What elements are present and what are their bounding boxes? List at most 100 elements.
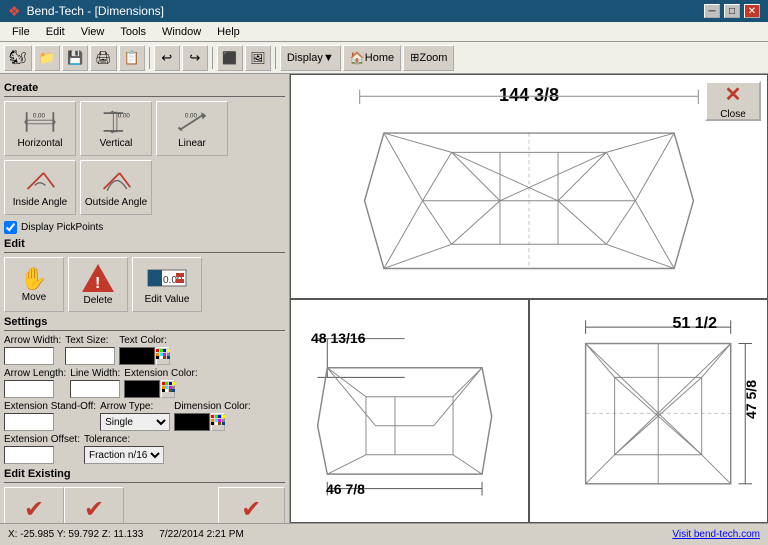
ext-offset-label: Extension Offset:: [4, 434, 80, 445]
edit-value-label: Edit Value: [145, 294, 190, 305]
text-color-field: Text Color:: [119, 335, 170, 365]
select-checkmark-icon: ✔: [24, 495, 44, 524]
svg-text:0.00: 0.00: [185, 113, 198, 120]
toolbar-new[interactable]: 🐿: [4, 45, 32, 71]
arrow-type-select[interactable]: Single Double None: [100, 413, 170, 431]
tolerance-label: Tolerance:: [84, 434, 164, 445]
create-inside-angle-btn[interactable]: Inside Angle: [4, 160, 76, 215]
arrow-length-input[interactable]: 1: [4, 380, 54, 398]
zoom-label: Zoom: [419, 52, 447, 64]
toolbar-copy[interactable]: 📋: [119, 45, 145, 71]
dimension-color-field: Dimension Color:: [174, 401, 251, 431]
extension-color-box[interactable]: [124, 380, 160, 398]
display-pickpoints-checkbox[interactable]: [4, 221, 17, 234]
create-outside-angle-btn[interactable]: Outside Angle: [80, 160, 152, 215]
menu-bar: File Edit View Tools Window Help: [0, 22, 768, 42]
toolbar-zoom-btn[interactable]: ⊞ Zoom: [403, 45, 454, 71]
edit-delete-btn[interactable]: ! Delete: [68, 257, 128, 312]
linear-label: Linear: [178, 138, 206, 149]
edit-existing-apply-btn[interactable]: ✔ Apply: [64, 487, 124, 523]
vertical-label: Vertical: [100, 138, 133, 149]
line-width-label: Line Width:: [70, 368, 120, 379]
horizontal-icon: 0.00: [24, 108, 56, 136]
bottom-left-canvas-pane[interactable]: 48 13/16 46 7/8: [290, 299, 529, 524]
edit-move-btn[interactable]: ✋ Move: [4, 257, 64, 312]
edit-header: Edit: [4, 238, 285, 253]
edit-section: Edit ✋ Move ! Delete: [4, 238, 285, 312]
minimize-btn[interactable]: ─: [704, 4, 720, 18]
toolbar-print[interactable]: 🖨: [90, 45, 117, 71]
toolbar-save[interactable]: 💾: [62, 45, 88, 71]
toolbar-home-btn[interactable]: 🏠 Home: [343, 45, 401, 71]
menu-tools[interactable]: Tools: [112, 24, 154, 40]
line-width-field: Line Width: 1: [70, 368, 120, 398]
app-title: Bend-Tech - [Dimensions]: [27, 4, 164, 18]
svg-text:0.00: 0.00: [33, 113, 46, 120]
status-bar: X: -25.985 Y: 59.792 Z: 11.133 7/22/2014…: [0, 523, 768, 545]
menu-help[interactable]: Help: [209, 24, 248, 40]
left-panel: Create 0.00 Horizontal: [0, 74, 290, 523]
delete-label: Delete: [84, 295, 113, 306]
arrow-type-label: Arrow Type:: [100, 401, 170, 412]
outside-angle-label: Outside Angle: [85, 197, 147, 208]
display-label: Display: [287, 52, 323, 64]
toolbar-img2[interactable]: 🖼: [245, 45, 271, 71]
edit-value-icon: 0.00: [147, 265, 187, 294]
bottom-left-dim1: 48 13/16: [311, 330, 366, 346]
coords-display: X: -25.985 Y: 59.792 Z: 11.133: [8, 529, 143, 540]
bottom-left-dim2: 46 7/8: [326, 481, 365, 497]
linear-icon: 0.00: [176, 108, 208, 136]
move-label: Move: [22, 292, 46, 303]
menu-view[interactable]: View: [73, 24, 113, 40]
extension-color-label: Extension Color:: [124, 368, 197, 379]
arrow-width-field: Arrow Width: 0.5: [4, 335, 61, 365]
top-canvas-pane[interactable]: 144 3/8: [290, 74, 768, 299]
toolbar-img1[interactable]: ⬛: [217, 45, 243, 71]
dimension-color-box[interactable]: [174, 413, 210, 431]
create-linear-btn[interactable]: 0.00 Linear: [156, 101, 228, 156]
toolbar-display-btn[interactable]: Display ▼: [280, 45, 341, 71]
create-vertical-btn[interactable]: 0.00 Vertical: [80, 101, 152, 156]
edit-value-btn[interactable]: 0.00 Edit Value: [132, 257, 202, 312]
menu-window[interactable]: Window: [154, 24, 209, 40]
close-label: Close: [720, 109, 746, 120]
arrow-length-label: Arrow Length:: [4, 368, 66, 379]
toolbar-undo[interactable]: ↩: [154, 45, 180, 71]
restore-btn[interactable]: □: [724, 4, 740, 18]
bottom-right-wireframe: [530, 300, 767, 523]
apply-to-all-btn[interactable]: ✔ Apply to All: [218, 487, 285, 523]
ext-offset-input[interactable]: 0: [4, 446, 54, 464]
line-width-input[interactable]: 1: [70, 380, 120, 398]
datetime-display: 7/22/2014 2:21 PM: [159, 529, 244, 540]
menu-file[interactable]: File: [4, 24, 38, 40]
home-label: Home: [365, 52, 394, 64]
bottom-right-canvas-pane[interactable]: 51 1/2 47 5/8: [529, 299, 768, 524]
ext-standoff-input[interactable]: 0: [4, 413, 54, 431]
edit-existing-select-btn[interactable]: ✔ Select: [4, 487, 64, 523]
toolbar-open[interactable]: 📁: [34, 45, 60, 71]
arrow-width-input[interactable]: 0.5: [4, 347, 54, 365]
outside-angle-icon: [100, 167, 132, 195]
display-pickpoints-label: Display PickPoints: [21, 222, 103, 233]
delete-icon: !: [82, 264, 114, 295]
dimension-color-palette-btn[interactable]: [211, 413, 225, 431]
toolbar-redo[interactable]: ↪: [182, 45, 208, 71]
arrow-type-field: Arrow Type: Single Double None: [100, 401, 170, 431]
close-title-btn[interactable]: ✕: [744, 4, 760, 18]
tolerance-field: Tolerance: Fraction n/16 Decimal None: [84, 434, 164, 464]
menu-edit[interactable]: Edit: [38, 24, 73, 40]
ext-offset-field: Extension Offset: 0: [4, 434, 80, 464]
extension-color-palette-btn[interactable]: [161, 380, 175, 398]
create-horizontal-btn[interactable]: 0.00 Horizontal: [4, 101, 76, 156]
extension-color-field: Extension Color:: [124, 368, 197, 398]
text-color-box[interactable]: [119, 347, 155, 365]
bend-tech-link[interactable]: Visit bend-tech.com: [672, 529, 760, 540]
move-icon: ✋: [20, 266, 47, 292]
tolerance-select[interactable]: Fraction n/16 Decimal None: [84, 446, 164, 464]
text-size-input[interactable]: 10: [65, 347, 115, 365]
ext-standoff-field: Extension Stand-Off: 0: [4, 401, 96, 431]
close-button[interactable]: ✕ Close: [705, 81, 761, 121]
inside-angle-label: Inside Angle: [13, 197, 68, 208]
horizontal-label: Horizontal: [17, 138, 62, 149]
text-color-palette-btn[interactable]: [156, 347, 170, 365]
